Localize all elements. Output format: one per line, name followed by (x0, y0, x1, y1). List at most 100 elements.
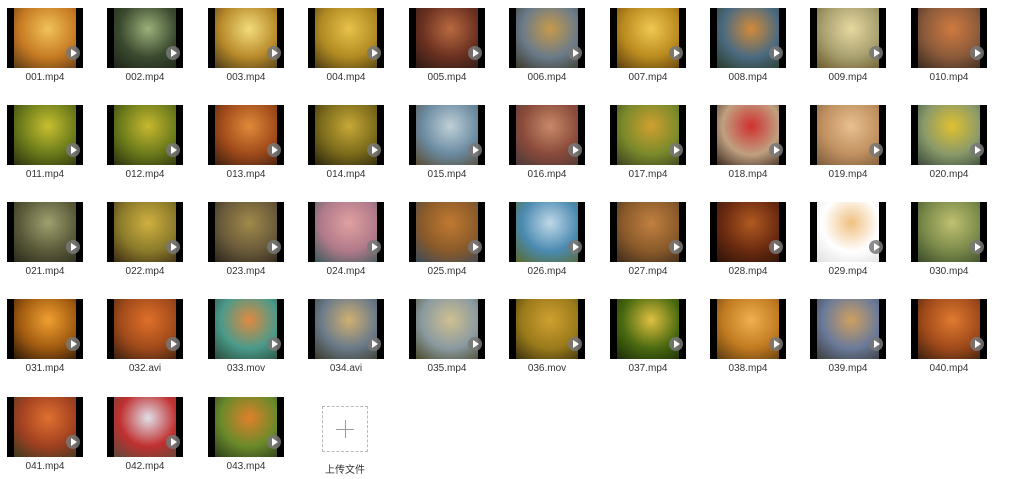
video-thumbnail[interactable] (7, 299, 83, 359)
file-tile[interactable]: 029.mp4 (810, 202, 886, 282)
play-icon[interactable] (568, 46, 582, 60)
video-thumbnail[interactable] (208, 8, 284, 68)
play-icon[interactable] (970, 46, 984, 60)
file-tile[interactable]: 015.mp4 (409, 105, 485, 185)
video-thumbnail[interactable] (107, 299, 183, 359)
file-tile[interactable]: 020.mp4 (911, 105, 987, 185)
video-thumbnail[interactable] (710, 202, 786, 262)
play-icon[interactable] (869, 240, 883, 254)
file-tile[interactable]: 028.mp4 (710, 202, 786, 282)
video-thumbnail[interactable] (308, 299, 384, 359)
video-thumbnail[interactable] (208, 202, 284, 262)
file-tile[interactable]: 030.mp4 (911, 202, 987, 282)
play-icon[interactable] (869, 46, 883, 60)
play-icon[interactable] (669, 143, 683, 157)
video-thumbnail[interactable] (911, 8, 987, 68)
video-thumbnail[interactable] (710, 105, 786, 165)
video-thumbnail[interactable] (308, 105, 384, 165)
video-thumbnail[interactable] (409, 105, 485, 165)
play-icon[interactable] (970, 143, 984, 157)
play-icon[interactable] (166, 435, 180, 449)
play-icon[interactable] (669, 46, 683, 60)
file-tile[interactable]: 039.mp4 (810, 299, 886, 379)
play-icon[interactable] (568, 143, 582, 157)
file-tile[interactable]: 040.mp4 (911, 299, 987, 379)
play-icon[interactable] (267, 337, 281, 351)
video-thumbnail[interactable] (710, 8, 786, 68)
file-tile[interactable]: 004.mp4 (308, 8, 384, 88)
play-icon[interactable] (568, 240, 582, 254)
video-thumbnail[interactable] (509, 8, 585, 68)
file-tile[interactable]: 023.mp4 (208, 202, 284, 282)
file-tile[interactable]: 026.mp4 (509, 202, 585, 282)
play-icon[interactable] (769, 143, 783, 157)
file-tile[interactable]: 008.mp4 (710, 8, 786, 88)
file-tile[interactable]: 042.mp4 (107, 397, 183, 477)
file-tile[interactable]: 018.mp4 (710, 105, 786, 185)
play-icon[interactable] (166, 46, 180, 60)
video-thumbnail[interactable] (911, 299, 987, 359)
file-tile[interactable]: 035.mp4 (409, 299, 485, 379)
file-tile[interactable]: 016.mp4 (509, 105, 585, 185)
video-thumbnail[interactable] (7, 202, 83, 262)
file-tile[interactable]: 012.mp4 (107, 105, 183, 185)
play-icon[interactable] (468, 240, 482, 254)
play-icon[interactable] (66, 337, 80, 351)
play-icon[interactable] (468, 143, 482, 157)
file-tile[interactable]: 034.avi (308, 299, 384, 379)
play-icon[interactable] (66, 435, 80, 449)
file-tile[interactable]: 037.mp4 (610, 299, 686, 379)
file-tile[interactable]: 038.mp4 (710, 299, 786, 379)
video-thumbnail[interactable] (208, 397, 284, 457)
file-tile[interactable]: 009.mp4 (810, 8, 886, 88)
play-icon[interactable] (468, 337, 482, 351)
file-tile[interactable]: 025.mp4 (409, 202, 485, 282)
file-tile[interactable]: 007.mp4 (610, 8, 686, 88)
video-thumbnail[interactable] (208, 105, 284, 165)
video-thumbnail[interactable] (7, 397, 83, 457)
file-tile[interactable]: 017.mp4 (610, 105, 686, 185)
file-tile[interactable]: 011.mp4 (7, 105, 83, 185)
file-tile[interactable]: 006.mp4 (509, 8, 585, 88)
play-icon[interactable] (166, 143, 180, 157)
file-tile[interactable]: 027.mp4 (610, 202, 686, 282)
play-icon[interactable] (66, 46, 80, 60)
play-icon[interactable] (769, 337, 783, 351)
play-icon[interactable] (769, 240, 783, 254)
play-icon[interactable] (267, 46, 281, 60)
play-icon[interactable] (267, 240, 281, 254)
file-tile[interactable]: 003.mp4 (208, 8, 284, 88)
play-icon[interactable] (769, 46, 783, 60)
video-thumbnail[interactable] (509, 105, 585, 165)
play-icon[interactable] (669, 337, 683, 351)
play-icon[interactable] (970, 240, 984, 254)
video-thumbnail[interactable] (610, 8, 686, 68)
video-thumbnail[interactable] (810, 202, 886, 262)
video-thumbnail[interactable] (107, 8, 183, 68)
file-tile[interactable]: 002.mp4 (107, 8, 183, 88)
file-tile[interactable]: 036.mov (509, 299, 585, 379)
play-icon[interactable] (166, 337, 180, 351)
video-thumbnail[interactable] (208, 299, 284, 359)
play-icon[interactable] (869, 143, 883, 157)
video-thumbnail[interactable] (610, 202, 686, 262)
video-thumbnail[interactable] (107, 202, 183, 262)
file-tile[interactable]: 041.mp4 (7, 397, 83, 477)
play-icon[interactable] (267, 143, 281, 157)
video-thumbnail[interactable] (409, 8, 485, 68)
play-icon[interactable] (367, 46, 381, 60)
video-thumbnail[interactable] (409, 202, 485, 262)
video-thumbnail[interactable] (409, 299, 485, 359)
video-thumbnail[interactable] (610, 299, 686, 359)
file-tile[interactable]: 022.mp4 (107, 202, 183, 282)
file-tile[interactable]: 001.mp4 (7, 8, 83, 88)
play-icon[interactable] (267, 435, 281, 449)
video-thumbnail[interactable] (810, 299, 886, 359)
file-tile[interactable]: 005.mp4 (409, 8, 485, 88)
video-thumbnail[interactable] (107, 105, 183, 165)
upload-button[interactable] (322, 406, 368, 452)
video-thumbnail[interactable] (7, 8, 83, 68)
play-icon[interactable] (468, 46, 482, 60)
video-thumbnail[interactable] (509, 202, 585, 262)
video-thumbnail[interactable] (810, 105, 886, 165)
